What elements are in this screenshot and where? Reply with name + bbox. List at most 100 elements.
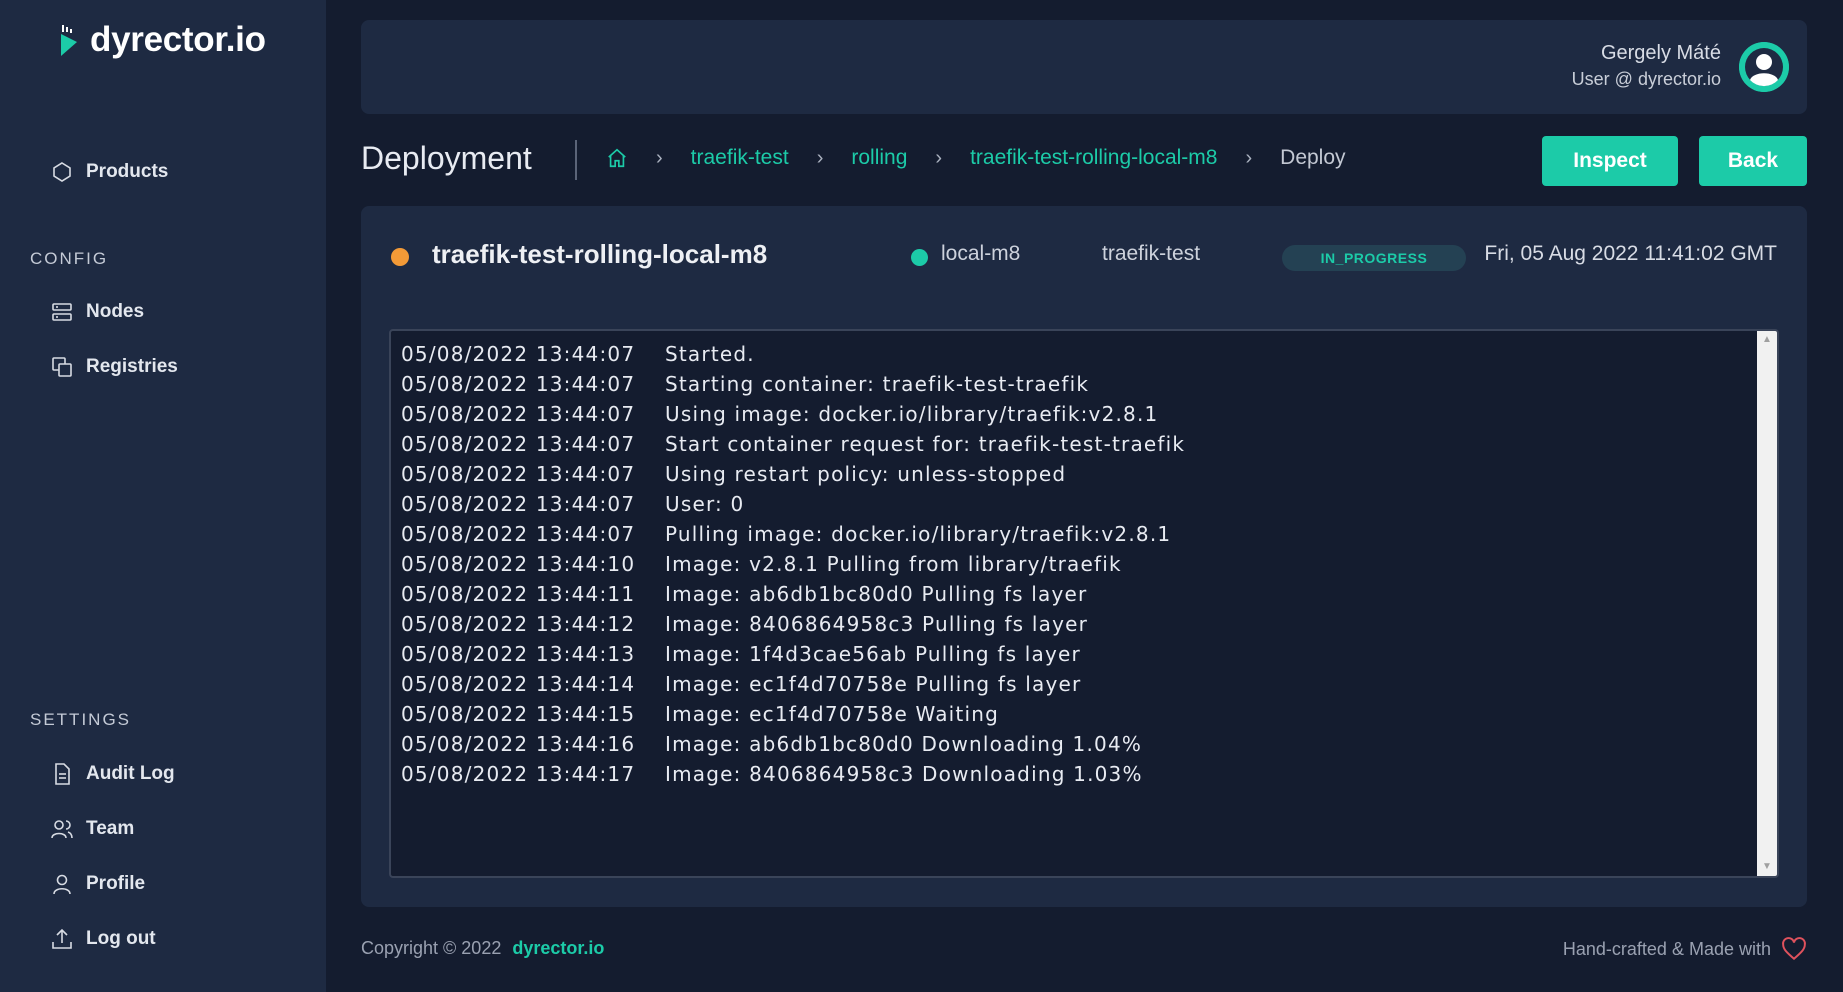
sidebar-item-label: Profile <box>86 873 146 894</box>
avatar[interactable] <box>1739 42 1789 92</box>
avatar-icon <box>1739 42 1789 92</box>
nodes-icon <box>52 303 72 321</box>
sidebar: dyrector.io Products CONFIG Nodes Regist… <box>0 0 326 992</box>
log-timestamp: 05/08/2022 13:44:14 <box>401 672 636 696</box>
log-message: Image: 8406864958c3 Downloading 1.03% <box>665 762 1143 786</box>
team-icon <box>51 820 73 839</box>
log-message: Image: v2.8.1 Pulling from library/traef… <box>665 552 1122 576</box>
sidebar-item-registries[interactable]: Registries <box>50 355 178 379</box>
log-message: Using restart policy: unless-stopped <box>665 462 1067 486</box>
log-timestamp: 05/08/2022 13:44:13 <box>401 642 636 666</box>
logo[interactable]: dyrector.io <box>58 20 266 60</box>
settings-section-label: SETTINGS <box>30 710 132 729</box>
log-timestamp: 05/08/2022 13:44:07 <box>401 342 636 366</box>
log-line: 05/08/2022 13:44:07 Starting container: t… <box>401 369 1751 399</box>
log-line: 05/08/2022 13:44:13 Image: 1f4d3cae56ab P… <box>401 639 1751 669</box>
log-line: 05/08/2022 13:44:11 Image: ab6db1bc80d0 P… <box>401 579 1751 609</box>
logo-mark-icon <box>61 25 77 56</box>
log-message: Image: ec1f4d70758e Waiting <box>665 702 999 726</box>
log-message: Using image: docker.io/library/traefik:v… <box>665 402 1159 426</box>
deployment-card: traefik-test-rolling-local-m8 local-m8 t… <box>361 206 1807 907</box>
title-divider <box>575 140 577 180</box>
chevron-right-icon: › <box>1245 146 1253 169</box>
sidebar-item-label: Audit Log <box>86 763 175 784</box>
footer: Copyright © 2022 dyrector.io Hand-crafte… <box>361 936 1807 966</box>
scroll-up-arrow-icon[interactable]: ▲ <box>1757 331 1777 349</box>
inspect-button[interactable]: Inspect <box>1542 136 1678 186</box>
log-line: 05/08/2022 13:44:07 Start container reque… <box>401 429 1751 459</box>
log-message: User: 0 <box>665 492 745 516</box>
registries-icon <box>52 357 72 377</box>
log-message: Started. <box>665 342 755 366</box>
sidebar-item-label: Products <box>86 161 169 182</box>
sidebar-item-products[interactable]: Products <box>50 160 168 184</box>
log-scrollbar[interactable]: ▲ ▼ <box>1757 331 1777 876</box>
sidebar-item-profile[interactable]: Profile <box>50 872 145 896</box>
log-message: Image: 8406864958c3 Pulling fs layer <box>665 612 1089 636</box>
log-line: 05/08/2022 13:44:07 Pulling image: docker… <box>401 519 1751 549</box>
footer-brand-link[interactable]: dyrector.io <box>512 938 604 958</box>
log-message: Starting container: traefik-test-traefik <box>665 372 1090 396</box>
log-line: 05/08/2022 13:44:16 Image: ab6db1bc80d0 D… <box>401 729 1751 759</box>
sidebar-item-label: Registries <box>86 356 178 377</box>
log-timestamp: 05/08/2022 13:44:11 <box>401 582 636 606</box>
title-row: Deployment › traefik-test › rolling › tr… <box>361 136 1807 190</box>
logo-text: dyrector.io <box>90 20 266 59</box>
product-name: traefik-test <box>1102 242 1201 265</box>
log-line: 05/08/2022 13:44:15 Image: ec1f4d70758e W… <box>401 699 1751 729</box>
log-timestamp: 05/08/2022 13:44:07 <box>401 522 636 546</box>
log-message: Image: ab6db1bc80d0 Downloading 1.04% <box>665 732 1143 756</box>
log-message: Pulling image: docker.io/library/traefik… <box>665 522 1172 546</box>
app-root: dyrector.io Products CONFIG Nodes Regist… <box>0 0 1843 992</box>
logout-icon <box>52 928 72 949</box>
deployment-log[interactable]: 05/08/2022 13:44:07 Started. 05/08/2022 13… <box>389 329 1779 878</box>
status-badge: IN_PROGRESS <box>1282 245 1466 271</box>
log-timestamp: 05/08/2022 13:44:07 <box>401 372 636 396</box>
log-timestamp: 05/08/2022 13:44:17 <box>401 762 636 786</box>
sidebar-item-logout[interactable]: Log out <box>50 927 156 951</box>
page-title: Deployment <box>361 140 532 176</box>
home-icon[interactable] <box>606 147 628 169</box>
log-line: 05/08/2022 13:44:07 Using image: docker.i… <box>401 399 1751 429</box>
log-timestamp: 05/08/2022 13:44:07 <box>401 402 636 426</box>
audit-log-icon <box>55 763 70 785</box>
log-message: Image: ab6db1bc80d0 Pulling fs layer <box>665 582 1088 606</box>
user-email: User @ dyrector.io <box>1571 69 1721 89</box>
log-message: Image: ec1f4d70758e Pulling fs layer <box>665 672 1082 696</box>
chevron-right-icon: › <box>816 146 824 169</box>
profile-icon <box>53 874 71 895</box>
chevron-right-icon: › <box>656 146 663 169</box>
sidebar-item-team[interactable]: Team <box>50 817 134 841</box>
log-line: 05/08/2022 13:44:17 Image: 8406864958c3 D… <box>401 759 1751 789</box>
breadcrumb-deployment[interactable]: traefik-test-rolling-local-m8 <box>970 146 1217 170</box>
log-timestamp: 05/08/2022 13:44:16 <box>401 732 636 756</box>
log-timestamp: 05/08/2022 13:44:10 <box>401 552 636 576</box>
made-with-text: Hand-crafted & Made with <box>1562 938 1771 959</box>
log-timestamp: 05/08/2022 13:44:07 <box>401 492 636 516</box>
config-section-label: CONFIG <box>30 249 109 268</box>
log-line: 05/08/2022 13:44:07 Using restart policy:… <box>401 459 1751 489</box>
sidebar-item-nodes[interactable]: Nodes <box>50 300 144 324</box>
breadcrumb-current: Deploy <box>1280 146 1346 169</box>
node-status-dot <box>911 249 928 266</box>
log-timestamp: 05/08/2022 13:44:15 <box>401 702 636 726</box>
sidebar-item-label: Nodes <box>86 301 145 322</box>
scroll-down-arrow-icon[interactable]: ▼ <box>1757 858 1777 876</box>
log-line: 05/08/2022 13:44:07 Started. <box>401 339 1751 369</box>
deployment-header: traefik-test-rolling-local-m8 local-m8 t… <box>391 236 1777 276</box>
deployment-name: traefik-test-rolling-local-m8 <box>432 239 768 269</box>
log-timestamp: 05/08/2022 13:44:07 <box>401 432 636 456</box>
log-line: 05/08/2022 13:44:14 Image: ec1f4d70758e P… <box>401 669 1751 699</box>
breadcrumb-version[interactable]: rolling <box>851 146 907 170</box>
log-timestamp: 05/08/2022 13:44:07 <box>401 462 636 486</box>
top-bar: Gergely Máté User @ dyrector.io <box>361 20 1807 114</box>
log-line: 05/08/2022 13:44:12 Image: 8406864958c3 P… <box>401 609 1751 639</box>
node-name: local-m8 <box>941 242 1021 265</box>
made-with: Hand-crafted & Made with <box>1563 936 1807 962</box>
log-timestamp: 05/08/2022 13:44:12 <box>401 612 636 636</box>
sidebar-item-label: Log out <box>86 928 156 949</box>
sidebar-item-audit-log[interactable]: Audit Log <box>50 762 175 786</box>
back-button[interactable]: Back <box>1699 136 1807 186</box>
breadcrumb-product[interactable]: traefik-test <box>691 146 789 170</box>
breadcrumb: › traefik-test › rolling › traefik-test-… <box>606 146 1346 170</box>
